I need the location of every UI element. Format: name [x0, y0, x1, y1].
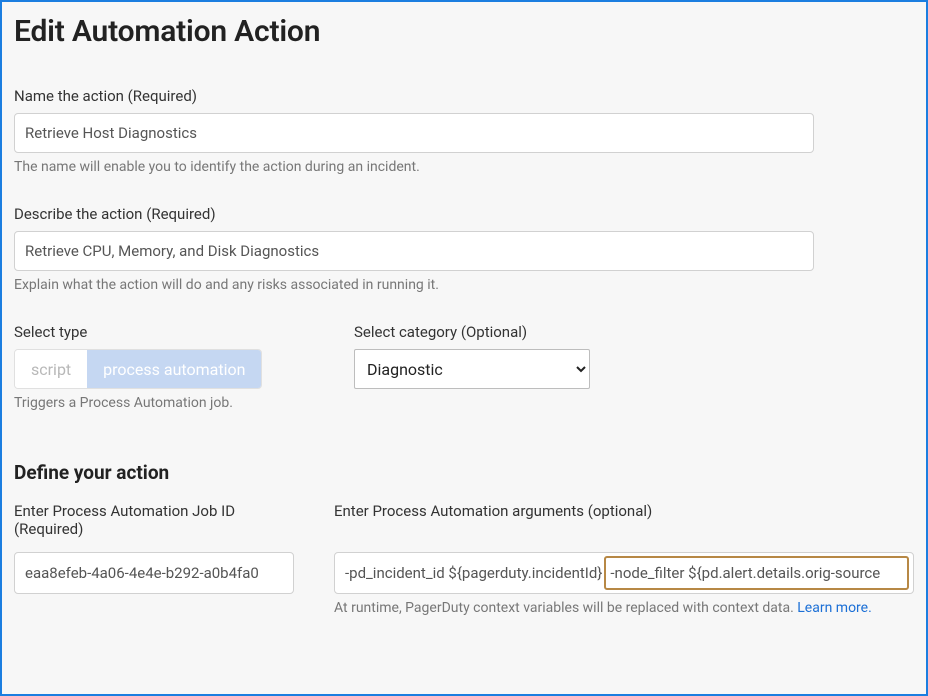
arguments-value-left: -pd_incident_id ${pagerduty.incidentId}: [345, 564, 602, 582]
select-type-help: Triggers a Process Automation job.: [14, 395, 314, 411]
arguments-input[interactable]: -pd_incident_id ${pagerduty.incidentId} …: [334, 552, 914, 594]
describe-action-label: Describe the action (Required): [14, 205, 914, 223]
describe-action-block: Describe the action (Required) Explain w…: [14, 205, 914, 293]
learn-more-link[interactable]: Learn more.: [797, 600, 872, 616]
select-category-label: Select category (Optional): [354, 323, 914, 341]
arguments-label: Enter Process Automation arguments (opti…: [334, 502, 914, 544]
name-action-help: The name will enable you to identify the…: [14, 159, 914, 175]
type-toggle-group: script process automation: [14, 349, 262, 389]
category-select[interactable]: Diagnostic: [354, 349, 590, 389]
type-toggle-script[interactable]: script: [15, 350, 87, 388]
job-id-label: Enter Process Automation Job ID (Require…: [14, 502, 294, 544]
name-action-block: Name the action (Required) The name will…: [14, 87, 914, 175]
job-id-input[interactable]: [14, 552, 294, 594]
arguments-value-highlight: -node_filter ${pd.alert.details.orig-sou…: [604, 556, 909, 590]
select-type-label: Select type: [14, 323, 314, 341]
describe-action-input[interactable]: [14, 231, 814, 271]
describe-action-help: Explain what the action will do and any …: [14, 277, 914, 293]
arguments-help-text: At runtime, PagerDuty context variables …: [334, 600, 797, 616]
arguments-block: Enter Process Automation arguments (opti…: [334, 502, 914, 616]
define-action-heading: Define your action: [14, 461, 914, 484]
name-action-label: Name the action (Required): [14, 87, 914, 105]
select-category-block: Select category (Optional) Diagnostic: [354, 323, 914, 411]
select-type-block: Select type script process automation Tr…: [14, 323, 314, 411]
name-action-input[interactable]: [14, 113, 814, 153]
type-toggle-process-automation[interactable]: process automation: [87, 350, 261, 388]
arguments-help: At runtime, PagerDuty context variables …: [334, 600, 914, 616]
page-title: Edit Automation Action: [14, 14, 914, 49]
job-id-block: Enter Process Automation Job ID (Require…: [14, 502, 294, 616]
